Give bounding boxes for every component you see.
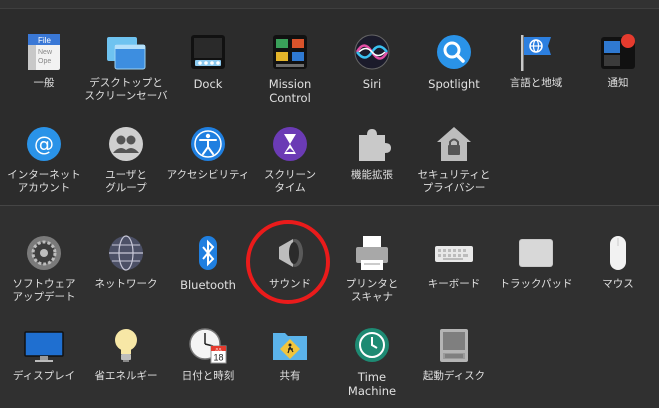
trackpad-icon — [515, 232, 557, 274]
pref-label: 日付と時刻 — [181, 370, 235, 382]
pref-bluetooth[interactable]: Bluetooth — [166, 232, 250, 292]
pref-language-region[interactable]: 言語と地域 — [494, 31, 578, 90]
pref-label: ユーザと グループ — [105, 169, 147, 194]
pref-label: Dock — [193, 77, 223, 91]
pref-siri[interactable]: Siri — [330, 31, 414, 91]
lightbulb-icon — [105, 324, 147, 366]
pref-label: ネットワーク — [94, 278, 158, 290]
sharing-folder-icon — [269, 324, 311, 366]
keyboard-icon — [433, 232, 475, 274]
pref-energy-saver[interactable]: 省エネルギー — [84, 324, 168, 383]
gear-icon — [23, 232, 65, 274]
svg-text:New: New — [38, 49, 53, 56]
pref-software-update[interactable]: ソフトウェア アップデート — [2, 232, 86, 304]
pref-label: キーボード — [427, 278, 481, 290]
pref-label: セキュリティと プライバシー — [417, 169, 491, 194]
svg-text:JUL: JUL — [215, 347, 223, 352]
bluetooth-icon — [187, 232, 229, 274]
pref-label: Spotlight — [428, 77, 480, 91]
svg-text:File: File — [38, 36, 51, 45]
pref-spotlight[interactable]: Spotlight — [412, 31, 496, 91]
clock-calendar-icon: JUL 18 — [187, 324, 229, 366]
general-icon: File New Ope — [23, 31, 65, 73]
personal-section: File New Ope 一般 デスクトップと スクリーンセーバ Dock Mi… — [0, 9, 659, 205]
time-machine-icon — [351, 324, 393, 366]
pref-desktop-screensaver[interactable]: デスクトップと スクリーンセーバ — [84, 31, 168, 103]
pref-label: 機能拡張 — [351, 169, 393, 181]
pref-accessibility[interactable]: アクセシビリティ — [166, 123, 250, 182]
pref-extensions[interactable]: 機能拡張 — [330, 123, 414, 182]
printer-icon — [351, 232, 393, 274]
at-sign-icon: @ — [23, 123, 65, 165]
pref-label: 共有 — [279, 370, 301, 382]
pref-notifications[interactable]: 通知 — [576, 31, 659, 90]
pref-label: ソフトウェア アップデート — [12, 278, 76, 303]
pref-label: 起動ディスク — [422, 370, 486, 382]
svg-text:@: @ — [34, 132, 54, 156]
mouse-icon — [597, 232, 639, 274]
highlight-circle — [246, 220, 330, 304]
display-icon — [23, 324, 65, 366]
pref-mouse[interactable]: マウス — [576, 232, 659, 291]
puzzle-piece-icon — [351, 123, 393, 165]
pref-label: マウス — [602, 278, 634, 290]
pref-internet-accounts[interactable]: @ インターネット アカウント — [2, 123, 86, 195]
pref-dock[interactable]: Dock — [166, 31, 250, 91]
dock-icon — [187, 31, 229, 73]
house-lock-icon — [433, 123, 475, 165]
network-globe-icon — [105, 232, 147, 274]
desktop-screensaver-icon — [105, 31, 147, 73]
pref-displays[interactable]: ディスプレイ — [2, 324, 86, 383]
pref-general[interactable]: File New Ope 一般 — [2, 31, 86, 90]
pref-label: デスクトップと スクリーンセーバ — [84, 77, 168, 102]
pref-label: 言語と地域 — [509, 77, 563, 89]
hard-drive-icon — [433, 324, 475, 366]
pref-keyboard[interactable]: キーボード — [412, 232, 496, 291]
mission-control-icon — [269, 31, 311, 73]
siri-icon — [351, 31, 393, 73]
pref-mission-control[interactable]: Mission Control — [248, 31, 332, 105]
hardware-section: ソフトウェア アップデート ネットワーク Bluetooth サウンド プリンタ… — [0, 206, 659, 408]
pref-screen-time[interactable]: スクリーン タイム — [248, 123, 332, 195]
svg-text:18: 18 — [213, 353, 223, 363]
pref-sharing[interactable]: 共有 — [248, 324, 332, 383]
pref-printers-scanners[interactable]: プリンタと スキャナ — [330, 232, 414, 304]
pref-trackpad[interactable]: トラックパッド — [494, 232, 578, 291]
pref-label: 一般 — [33, 77, 55, 89]
pref-label: Bluetooth — [180, 278, 236, 292]
pref-label: インターネット アカウント — [7, 169, 81, 194]
pref-label: ディスプレイ — [12, 370, 76, 382]
pref-label: Mission Control — [268, 77, 312, 105]
pref-date-time[interactable]: JUL 18 日付と時刻 — [166, 324, 250, 383]
pref-label: 通知 — [607, 77, 629, 89]
svg-text:Ope: Ope — [38, 58, 51, 65]
pref-label: トラックパッド — [499, 278, 573, 290]
pref-startup-disk[interactable]: 起動ディスク — [412, 324, 496, 383]
pref-label: プリンタと スキャナ — [345, 278, 399, 303]
pref-label: アクセシビリティ — [166, 169, 250, 181]
pref-users-groups[interactable]: ユーザと グループ — [84, 123, 168, 195]
pref-label: Time Machine — [347, 370, 397, 398]
hourglass-icon — [269, 123, 311, 165]
pref-label: スクリーン タイム — [264, 169, 316, 194]
spotlight-icon — [433, 31, 475, 73]
pref-label: Siri — [362, 77, 382, 91]
accessibility-icon — [187, 123, 229, 165]
users-icon — [105, 123, 147, 165]
flag-globe-icon — [515, 31, 557, 73]
notifications-icon — [597, 31, 639, 73]
pref-network[interactable]: ネットワーク — [84, 232, 168, 291]
pref-label: 省エネルギー — [94, 370, 158, 382]
pref-time-machine[interactable]: Time Machine — [330, 324, 414, 398]
pref-security-privacy[interactable]: セキュリティと プライバシー — [412, 123, 496, 195]
